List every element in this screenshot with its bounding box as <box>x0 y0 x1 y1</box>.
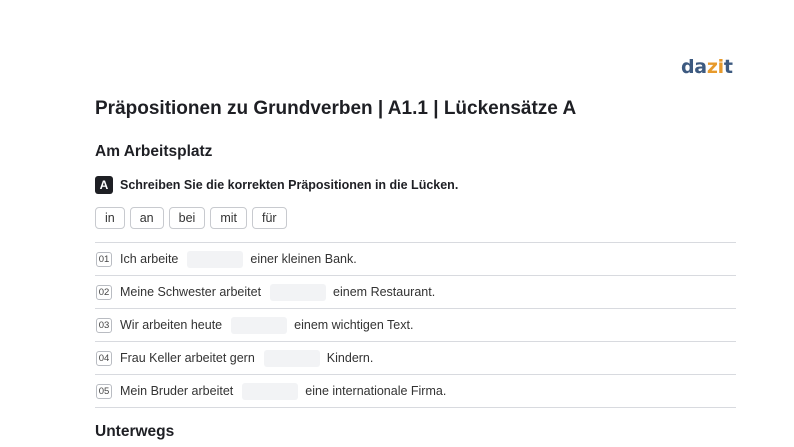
sentence-list: 01 Ich arbeite einer kleinen Bank. 02 Me… <box>95 242 736 408</box>
sentence-end: einem wichtigen Text. <box>294 318 414 332</box>
logo-part-1: da <box>681 56 707 78</box>
row-number: 03 <box>96 317 112 333</box>
instruction-text: Schreiben Sie die korrekten Präpositione… <box>120 178 459 192</box>
sentence-row: 01 Ich arbeite einer kleinen Bank. <box>95 243 736 276</box>
word-chip: für <box>252 207 287 229</box>
sentence-start: Wir arbeiten heute <box>120 318 223 332</box>
exercise-badge: A <box>95 176 113 194</box>
answer-gap[interactable] <box>270 283 327 301</box>
sentence-row: 03 Wir arbeiten heute einem wichtigen Te… <box>95 309 736 342</box>
sentence-start: Ich arbeite <box>120 252 179 266</box>
sentence-start: Mein Bruder arbeitet <box>120 384 234 398</box>
answer-gap[interactable] <box>242 382 299 400</box>
section-heading-arbeitsplatz: Am Arbeitsplatz <box>95 143 213 160</box>
word-chip: in <box>95 207 125 229</box>
row-number: 01 <box>96 251 112 267</box>
row-number: 05 <box>96 383 112 399</box>
exercise-instruction: A Schreiben Sie die korrekten Präpositio… <box>95 176 458 194</box>
sentence-end: einem Restaurant. <box>333 285 436 299</box>
sentence-start: Meine Schwester arbeitet <box>120 285 262 299</box>
answer-gap[interactable] <box>187 250 244 268</box>
answer-gap[interactable] <box>231 316 288 334</box>
sentence-row: 05 Mein Bruder arbeitet eine internation… <box>95 375 736 408</box>
sentence-end: einer kleinen Bank. <box>250 252 357 266</box>
row-number: 02 <box>96 284 112 300</box>
section-heading-unterwegs: Unterwegs <box>95 423 175 440</box>
sentence-end: Kindern. <box>326 351 374 365</box>
logo-part-3: t <box>723 56 733 78</box>
word-bank: in an bei mit für <box>95 207 287 229</box>
sentence-start: Frau Keller arbeitet gern <box>120 351 255 365</box>
word-chip: bei <box>168 207 206 229</box>
sentence-row: 04 Frau Keller arbeitet gern Kindern. <box>95 342 736 375</box>
worksheet-title: Präpositionen zu Grundverben | A1.1 | Lü… <box>95 98 577 119</box>
row-number: 04 <box>96 350 112 366</box>
word-chip: an <box>129 207 164 229</box>
sentence-row: 02 Meine Schwester arbeitet einem Restau… <box>95 276 736 309</box>
logo-part-2: zi <box>706 56 724 78</box>
word-chip: mit <box>210 207 247 229</box>
answer-gap[interactable] <box>263 349 320 367</box>
dazit-logo: dazit <box>681 55 733 79</box>
sentence-end: eine internationale Firma. <box>305 384 447 398</box>
